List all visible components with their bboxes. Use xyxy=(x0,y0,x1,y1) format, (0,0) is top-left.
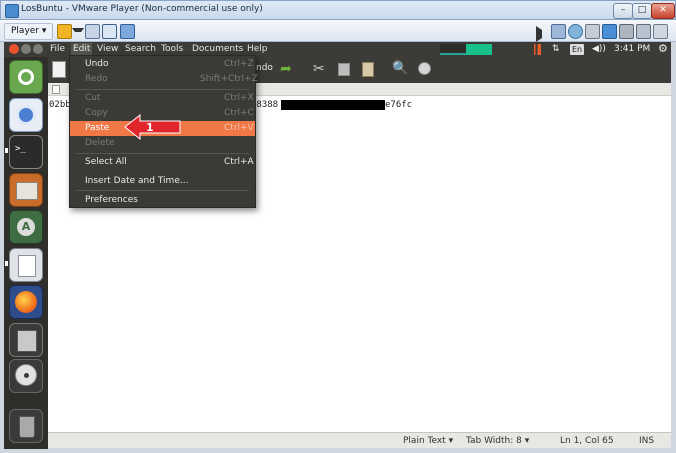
close-button[interactable]: ✕ xyxy=(651,3,675,19)
unity-launcher: >_ A xyxy=(4,57,48,449)
maximize-button[interactable]: □ xyxy=(632,3,652,19)
terminal-icon[interactable]: >_ xyxy=(9,135,43,169)
ubuntu-dash-icon[interactable] xyxy=(9,60,43,94)
device-printer-icon[interactable] xyxy=(619,24,634,39)
floppy-drive-icon[interactable] xyxy=(9,323,43,357)
volume-icon[interactable]: ◀)) xyxy=(592,44,606,55)
device-message-icon[interactable] xyxy=(653,24,668,39)
clock[interactable]: 3:41 PM xyxy=(614,44,650,55)
minimize-button[interactable]: – xyxy=(613,3,633,19)
unity-icon[interactable] xyxy=(120,24,135,39)
menu-file[interactable]: File xyxy=(50,44,65,55)
menu-item-preferences[interactable]: Preferences xyxy=(70,193,255,208)
menu-separator xyxy=(76,190,249,191)
menu-search[interactable]: Search xyxy=(125,44,156,55)
more-arrow-icon[interactable] xyxy=(536,26,548,42)
chevron-down-icon[interactable] xyxy=(72,28,84,37)
vmware-toolbar: Player ▾ xyxy=(0,20,676,42)
document-tab-icon[interactable] xyxy=(52,85,60,94)
annotation-step-number: 1 xyxy=(146,121,154,134)
cursor-position: Ln 1, Col 65 xyxy=(560,436,614,446)
paste-icon[interactable] xyxy=(362,62,374,77)
tab-width-dropdown[interactable]: Tab Width: 8 ▾ xyxy=(466,435,529,447)
fullscreen-icon[interactable] xyxy=(102,24,117,39)
redo-icon[interactable]: ➦ xyxy=(280,61,292,77)
firefox-icon[interactable] xyxy=(9,285,43,319)
window-maximize-icon[interactable] xyxy=(33,44,43,54)
new-document-icon[interactable] xyxy=(52,61,66,78)
menu-tools[interactable]: Tools xyxy=(161,44,183,55)
text-line-end: e76fc xyxy=(385,100,413,110)
device-display-icon[interactable] xyxy=(602,24,617,39)
keyboard-layout-indicator[interactable]: En xyxy=(570,44,585,55)
toolbar-divider xyxy=(52,24,53,38)
search-replace-icon[interactable] xyxy=(418,62,431,75)
network-monitor-graph xyxy=(529,44,541,55)
software-center-icon[interactable]: A xyxy=(9,210,43,244)
text-editor-icon[interactable] xyxy=(9,248,43,282)
menu-item-undo[interactable]: Undo Ctrl+Z xyxy=(70,57,255,72)
menu-help[interactable]: Help xyxy=(247,44,268,55)
player-menu-button[interactable]: Player ▾ xyxy=(4,23,54,40)
pause-icon[interactable] xyxy=(57,24,72,39)
window-close-icon[interactable] xyxy=(9,44,19,54)
cut-icon[interactable]: ✂ xyxy=(313,61,325,77)
status-bar: Plain Text ▾ Tab Width: 8 ▾ Ln 1, Col 65… xyxy=(48,432,671,448)
running-indicator xyxy=(5,148,8,153)
syntax-dropdown[interactable]: Plain Text ▾ xyxy=(403,435,453,447)
copy-icon[interactable] xyxy=(338,63,350,76)
menu-view[interactable]: View xyxy=(97,44,118,55)
menu-item-select-all[interactable]: Select All Ctrl+A xyxy=(70,155,255,170)
device-sound-icon[interactable] xyxy=(636,24,651,39)
settings-gear-icon[interactable]: ⚙ xyxy=(658,43,668,54)
network-icon[interactable] xyxy=(85,24,100,39)
window-title: LosBuntu - VMware Player (Non-commercial… xyxy=(21,4,263,14)
cpu-monitor-graph xyxy=(440,44,466,55)
chromium-icon[interactable] xyxy=(9,98,43,132)
menu-item-redo[interactable]: Redo Shift+Ctrl+Z xyxy=(70,72,258,87)
menu-separator xyxy=(76,153,249,154)
annotation-arrow: 1 xyxy=(124,114,181,140)
menu-item-cut[interactable]: Cut Ctrl+X xyxy=(70,91,255,106)
network-updown-icon[interactable]: ⇅ xyxy=(552,44,560,55)
memory-monitor-graph xyxy=(466,44,492,55)
text-line-start: 02bb xyxy=(49,100,71,110)
device-usb-icon[interactable] xyxy=(585,24,600,39)
dvd-drive-icon[interactable] xyxy=(9,359,43,393)
menu-documents[interactable]: Documents xyxy=(192,44,243,55)
menu-separator xyxy=(76,89,249,90)
running-indicator xyxy=(5,261,8,266)
undo-button-label[interactable]: ndo xyxy=(256,63,273,73)
trash-icon[interactable] xyxy=(9,409,43,443)
redacted-text-block xyxy=(281,100,385,110)
vmware-app-icon xyxy=(5,4,19,18)
window-title-bar: LosBuntu - VMware Player (Non-commercial… xyxy=(0,0,676,20)
insert-mode: INS xyxy=(639,436,655,446)
search-icon[interactable]: 🔍 xyxy=(392,61,408,77)
device-cd-icon[interactable] xyxy=(551,24,566,39)
files-icon[interactable] xyxy=(9,173,43,207)
device-network-icon[interactable] xyxy=(568,24,583,39)
window-minimize-icon[interactable] xyxy=(21,44,31,54)
menu-item-insert-date-time[interactable]: Insert Date and Time... xyxy=(70,174,255,189)
